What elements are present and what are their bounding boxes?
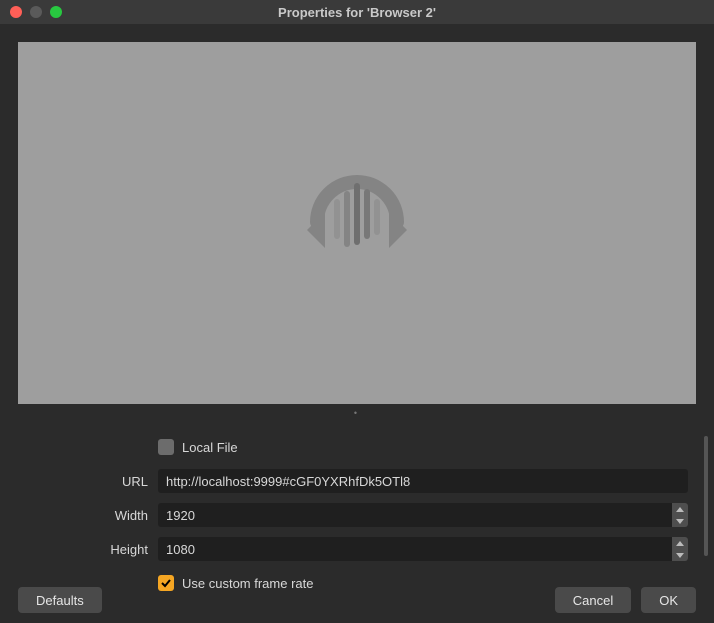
width-step-up[interactable] (672, 503, 688, 515)
window-title: Properties for 'Browser 2' (0, 5, 714, 20)
url-label: URL (18, 474, 158, 489)
height-input[interactable] (158, 537, 672, 561)
cancel-button[interactable]: Cancel (555, 587, 631, 613)
pager-dots: • (18, 408, 696, 418)
ok-button[interactable]: OK (641, 587, 696, 613)
width-step-down[interactable] (672, 515, 688, 527)
minimize-window-icon[interactable] (30, 6, 42, 18)
preview-area (18, 42, 696, 404)
local-file-label: Local File (182, 440, 238, 455)
height-step-up[interactable] (672, 537, 688, 549)
scrollbar[interactable] (704, 436, 708, 556)
close-window-icon[interactable] (10, 6, 22, 18)
titlebar: Properties for 'Browser 2' (0, 0, 714, 24)
height-step-down[interactable] (672, 549, 688, 561)
dialog-content: • Local File URL Width (0, 24, 714, 614)
window-controls (0, 6, 62, 18)
width-input[interactable] (158, 503, 672, 527)
obs-logo-icon (287, 152, 427, 295)
defaults-button[interactable]: Defaults (18, 587, 102, 613)
height-label: Height (18, 542, 158, 557)
url-input[interactable] (158, 469, 688, 493)
properties-form: Local File URL Width Height (18, 432, 696, 598)
local-file-checkbox[interactable] (158, 439, 174, 455)
zoom-window-icon[interactable] (50, 6, 62, 18)
width-label: Width (18, 508, 158, 523)
dialog-footer: Defaults Cancel OK (18, 587, 696, 613)
